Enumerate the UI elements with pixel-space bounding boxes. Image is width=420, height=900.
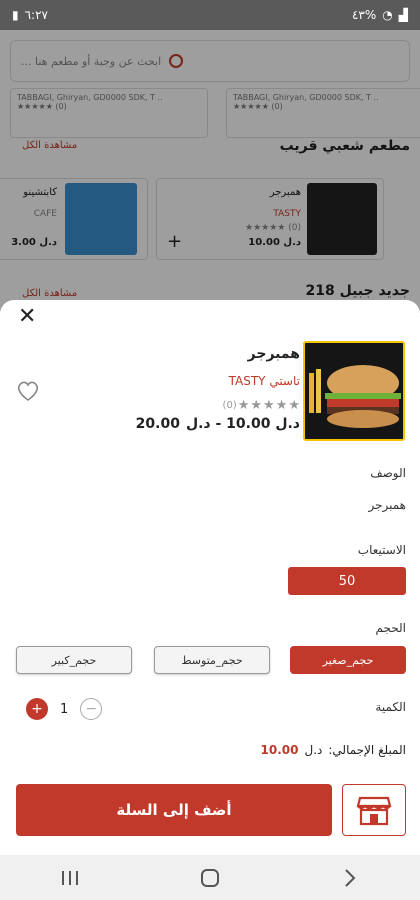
heart-icon[interactable] bbox=[16, 380, 40, 402]
store-icon[interactable] bbox=[342, 784, 406, 836]
capacity-value: 50 bbox=[288, 567, 406, 595]
product-sheet: ✕ همبرجر تاستي TASTY ★ ★ ★ ★ ★ (0) د.ل 10.00… bbox=[0, 300, 420, 855]
total-amount: المبلغ الإجمالي: د.ل 10.00 bbox=[261, 743, 406, 757]
star-icon: ★ bbox=[250, 398, 263, 413]
product-name: همبرجر bbox=[247, 346, 300, 362]
shop-name: تاستي TASTY bbox=[228, 374, 300, 388]
close-icon[interactable]: ✕ bbox=[18, 304, 36, 329]
wifi-icon: ◔ bbox=[382, 8, 393, 22]
review-count: (0) bbox=[222, 400, 237, 411]
total-label: المبلغ الإجمالي: bbox=[328, 743, 406, 757]
back-icon[interactable] bbox=[320, 868, 380, 888]
size-option-large[interactable]: حجم_كبير bbox=[16, 646, 132, 674]
description-value: همبرجر bbox=[368, 498, 406, 512]
minus-icon[interactable]: − bbox=[80, 698, 103, 720]
rating-stars: ★★★★★ (0) bbox=[221, 398, 300, 413]
quantity-stepper: + 1 − bbox=[26, 698, 103, 720]
star-icon: ★ bbox=[237, 398, 250, 413]
signal-icon: ▟ bbox=[398, 8, 408, 22]
size-option-medium[interactable]: حجم_متوسط bbox=[154, 646, 270, 674]
star-icon: ★ bbox=[288, 398, 300, 413]
product-image bbox=[303, 341, 405, 441]
modal-overlay[interactable] bbox=[0, 30, 420, 330]
total-value: 10.00 bbox=[260, 743, 299, 757]
quantity-label: الكمية bbox=[375, 700, 406, 714]
price-range: د.ل 10.00 - د.ل 20.00 bbox=[135, 416, 300, 432]
size-option-small[interactable]: حجم_صغير bbox=[290, 646, 406, 674]
star-icon: ★ bbox=[275, 398, 288, 413]
quantity-value: 1 bbox=[60, 701, 69, 717]
navigation-bar bbox=[0, 855, 420, 900]
status-time: ٦:٢٧ bbox=[24, 8, 48, 22]
add-to-cart-button[interactable]: أضف إلى السلة bbox=[16, 784, 332, 836]
star-icon: ★ bbox=[263, 398, 275, 413]
plus-icon[interactable]: + bbox=[26, 698, 48, 720]
total-currency: د.ل bbox=[304, 743, 323, 757]
home-icon[interactable] bbox=[180, 868, 240, 888]
battery-level: ٤٣% bbox=[351, 8, 377, 22]
size-label: الحجم bbox=[375, 621, 406, 635]
battery-icon: ▮ bbox=[12, 8, 19, 22]
capacity-label: الاستيعاب bbox=[357, 543, 406, 557]
recent-apps-icon[interactable] bbox=[40, 870, 100, 886]
status-bar: ▮ ٦:٢٧ ٤٣% ◔ ▟ bbox=[0, 0, 420, 30]
description-label: الوصف bbox=[370, 466, 406, 480]
